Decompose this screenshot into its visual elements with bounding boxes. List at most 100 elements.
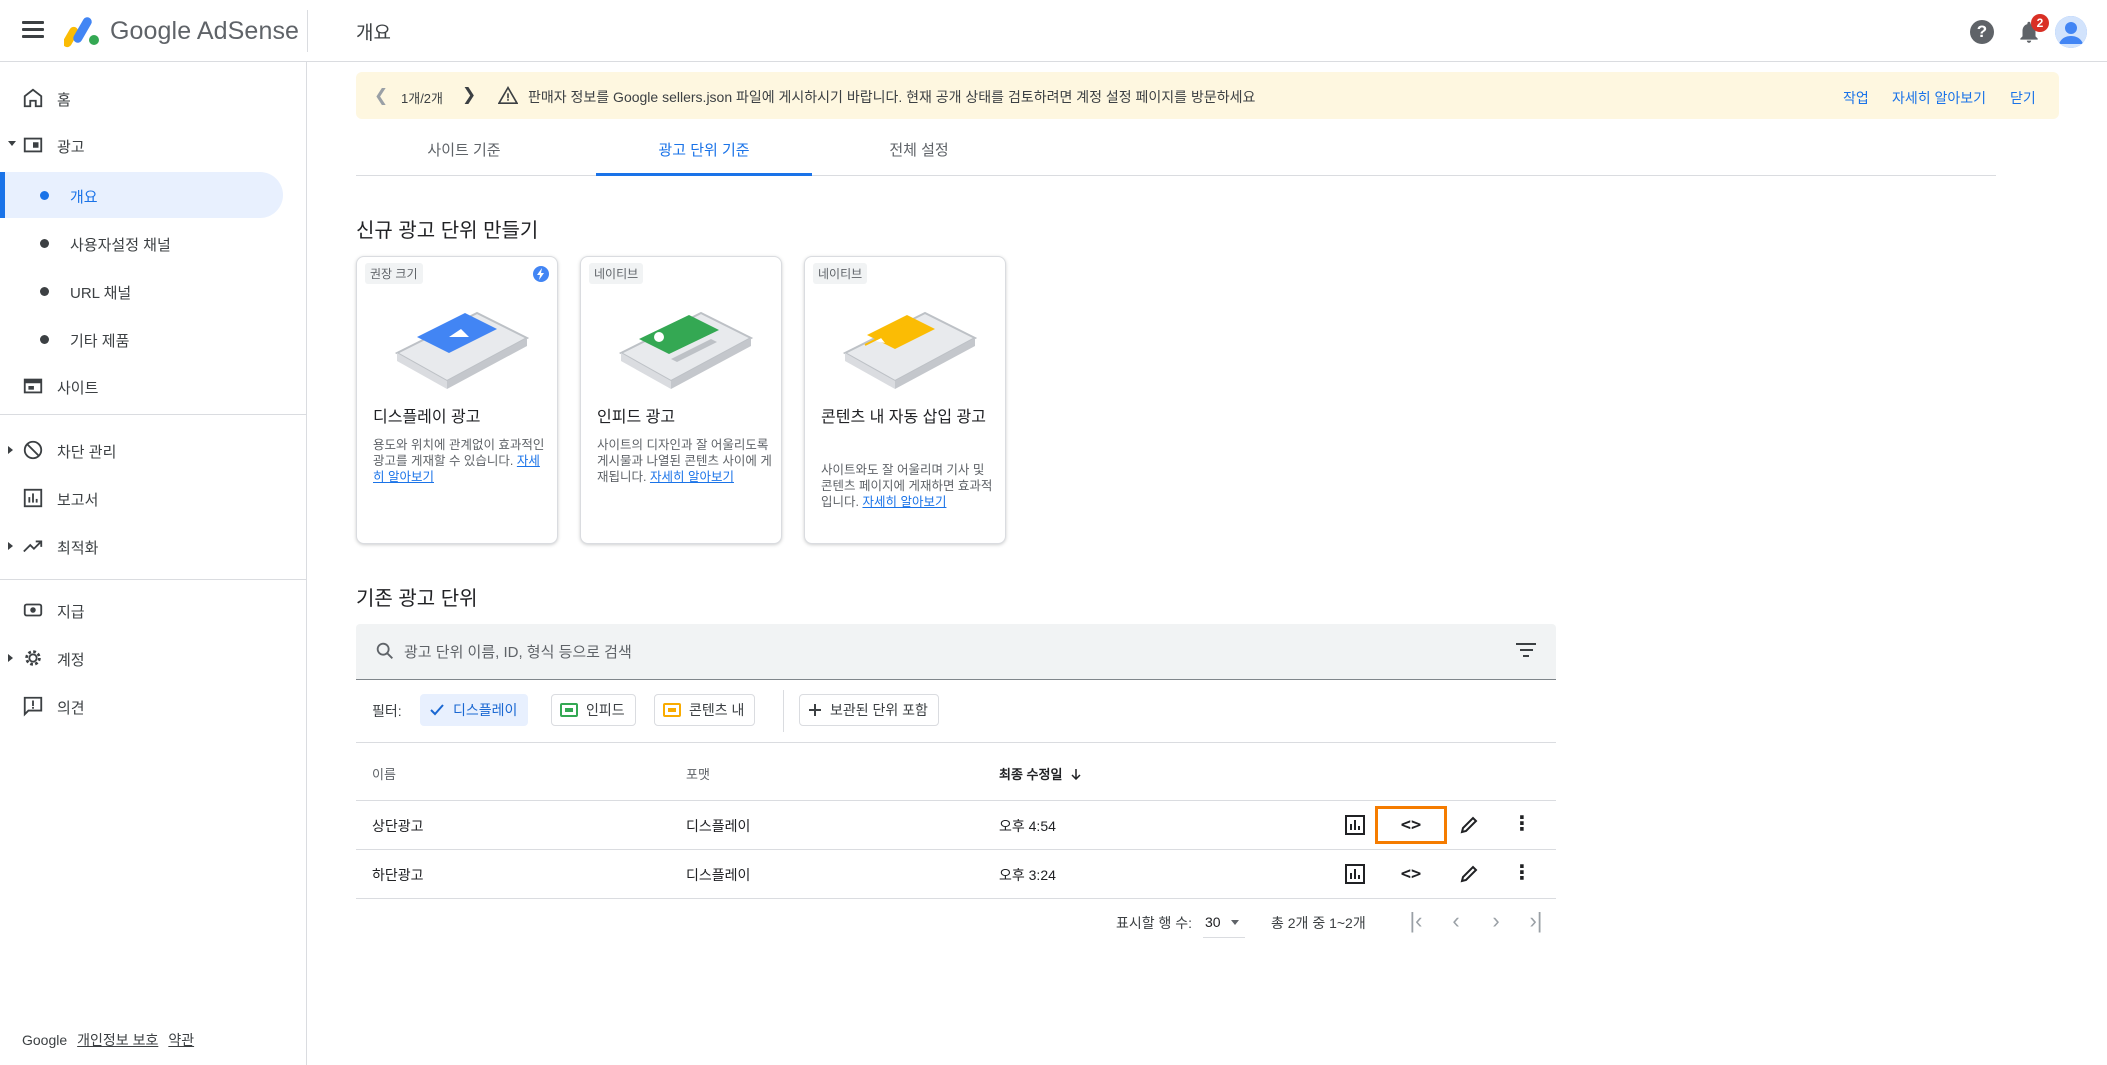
in-article-ad-card[interactable]: 네이티브 콘텐츠 내 자동 삽입 광고 사이트와도 잘 어울리며 기사 및 콘텐… <box>804 256 1006 544</box>
display-ad-card[interactable]: 권장 크기 디스플레이 광고 용도와 위치에 관계없이 효과적인 광고를 게재할… <box>356 256 558 544</box>
chevron-left-icon[interactable]: ❮ <box>374 86 388 106</box>
chip-label: 보관된 단위 포함 <box>830 702 928 718</box>
next-page-icon[interactable]: › <box>1481 906 1511 938</box>
sidebar-footer: Google 개인정보 보호 약관 <box>22 1030 194 1050</box>
sidebar-divider <box>0 579 306 580</box>
card-title: 디스플레이 광고 <box>373 409 481 426</box>
banner-learn-more-link[interactable]: 자세히 알아보기 <box>1892 88 1986 108</box>
privacy-link[interactable]: 개인정보 보호 <box>77 1032 158 1048</box>
sidebar-subitem-url-channels[interactable]: URL 채널 <box>0 268 283 314</box>
warning-icon <box>498 86 518 104</box>
table-row: 하단광고 디스플레이 오후 3:24 <> ⋮ <box>356 850 1556 899</box>
banner-pager: 1개/2개 <box>401 91 443 106</box>
ad-unit-search-bar <box>356 624 1556 680</box>
sidebar-item-ads[interactable]: 광고 <box>0 123 306 167</box>
table-header: 이름 포맷 최종 수정일 <box>356 742 1556 801</box>
sidebar-item-blocking[interactable]: 차단 관리 <box>0 428 306 472</box>
column-header-format[interactable]: 포맷 <box>686 764 710 783</box>
reports-icon <box>23 488 43 508</box>
help-icon[interactable]: ? <box>1970 20 1994 44</box>
sidebar-item-feedback[interactable]: 의견 <box>0 684 306 728</box>
card-learn-more-link[interactable]: 자세히 알아보기 <box>650 470 734 484</box>
chip-label: 디스플레이 <box>453 702 518 718</box>
bar-chart-icon <box>1345 864 1365 884</box>
sidebar-subitem-overview[interactable]: 개요 <box>0 172 283 218</box>
filter-chip-include-archived[interactable]: 보관된 단위 포함 <box>799 694 939 726</box>
sidebar-subitem-custom-channels[interactable]: 사용자설정 채널 <box>0 220 283 266</box>
search-input[interactable] <box>404 638 1484 666</box>
more-options-button[interactable]: ⋮ <box>1506 809 1538 841</box>
edit-button[interactable] <box>1453 809 1485 841</box>
expand-caret-icon <box>8 654 13 662</box>
sidebar-item-optimization[interactable]: 최적화 <box>0 524 306 568</box>
in-feed-ad-card[interactable]: 네이티브 인피드 광고 사이트의 디자인과 잘 어울리도록 게시물과 나열된 콘… <box>580 256 782 544</box>
card-description: 사이트와도 잘 어울리며 기사 및 콘텐츠 페이지에 게재하면 효과적입니다. … <box>821 462 997 510</box>
tab-global-settings[interactable]: 전체 설정 <box>811 130 1027 176</box>
sidebar-item-payments[interactable]: 지급 <box>0 588 306 632</box>
adsense-logo-icon <box>64 17 99 48</box>
get-code-button[interactable]: <> <box>1395 858 1427 890</box>
cell-format: 디스플레이 <box>686 818 751 834</box>
cell-format: 디스플레이 <box>686 867 751 883</box>
cell-name: 상단광고 <box>372 818 424 834</box>
rows-per-page-select[interactable]: 30 <box>1203 906 1245 938</box>
filter-chip-in-article[interactable]: 콘텐츠 내 <box>654 694 756 726</box>
banner-action-button[interactable]: 작업 <box>1843 88 1869 108</box>
bolt-icon <box>533 266 549 282</box>
sidebar-item-account[interactable]: 계정 <box>0 636 306 680</box>
sidebar-item-reports[interactable]: 보고서 <box>0 476 306 520</box>
sidebar-item-home[interactable]: 홈 <box>0 76 306 120</box>
filter-label: 필터: <box>372 703 402 719</box>
create-section-title: 신규 광고 단위 만들기 <box>356 220 539 242</box>
cell-name: 하단광고 <box>372 867 424 883</box>
filter-chip-in-feed[interactable]: 인피드 <box>551 694 636 726</box>
pencil-icon <box>1460 865 1478 883</box>
home-icon <box>23 88 43 108</box>
notification-banner: ❮ 1개/2개 ❯ 판매자 정보를 Google sellers.json 파일… <box>356 72 2059 119</box>
column-header-modified[interactable]: 최종 수정일 <box>999 764 1082 783</box>
ads-icon <box>23 137 43 153</box>
card-tag: 네이티브 <box>813 263 868 284</box>
more-vert-icon: ⋮ <box>1512 813 1532 835</box>
sidebar-subitem-other-products[interactable]: 기타 제품 <box>0 316 283 362</box>
sidebar-item-label: URL 채널 <box>70 285 132 302</box>
report-button[interactable] <box>1339 858 1371 890</box>
top-bar: Google AdSense 개요 ? 2 <box>0 0 2107 62</box>
column-header-name[interactable]: 이름 <box>372 764 396 783</box>
filter-chip-display[interactable]: 디스플레이 <box>420 694 529 726</box>
previous-page-icon[interactable]: ‹ <box>1441 906 1471 938</box>
first-page-icon[interactable]: |‹ <box>1401 906 1431 938</box>
avatar[interactable] <box>2055 16 2087 48</box>
display-ad-illustration-icon <box>394 311 530 389</box>
tab-by-ad-unit[interactable]: 광고 단위 기준 <box>596 130 812 176</box>
more-options-button[interactable]: ⋮ <box>1506 858 1538 890</box>
dropdown-arrow-icon <box>1231 920 1239 925</box>
expand-caret-icon <box>8 446 13 454</box>
code-icon: <> <box>1400 815 1422 835</box>
last-page-icon[interactable]: ›| <box>1521 906 1551 938</box>
in-feed-ad-illustration-icon <box>618 311 754 389</box>
sidebar-item-sites[interactable]: 사이트 <box>0 364 306 408</box>
notifications-button[interactable]: 2 <box>2014 14 2049 46</box>
in-feed-format-icon <box>560 702 578 717</box>
filter-list-icon[interactable] <box>1516 643 1536 661</box>
bullet-icon <box>40 191 49 200</box>
footer-brand: Google <box>22 1032 68 1048</box>
chevron-right-icon[interactable]: ❯ <box>462 85 476 105</box>
report-button[interactable] <box>1339 809 1371 841</box>
card-learn-more-link[interactable]: 자세히 알아보기 <box>862 495 946 509</box>
bar-chart-icon <box>1345 815 1365 835</box>
sidebar-item-label: 홈 <box>57 92 71 109</box>
sidebar-item-label: 기타 제품 <box>70 333 130 350</box>
card-tag: 네이티브 <box>589 263 644 284</box>
main-menu-icon[interactable] <box>20 18 46 44</box>
sidebar-item-label: 계정 <box>57 652 85 669</box>
get-code-button[interactable]: <> <box>1375 806 1447 844</box>
rows-per-page-value: 30 <box>1205 914 1221 930</box>
tab-by-site[interactable]: 사이트 기준 <box>356 130 572 176</box>
banner-close-button[interactable]: 닫기 <box>2010 88 2036 108</box>
edit-button[interactable] <box>1453 858 1485 890</box>
terms-link[interactable]: 약관 <box>168 1032 194 1048</box>
arrow-down-icon <box>1071 769 1081 781</box>
user-avatar-icon <box>2055 16 2087 48</box>
